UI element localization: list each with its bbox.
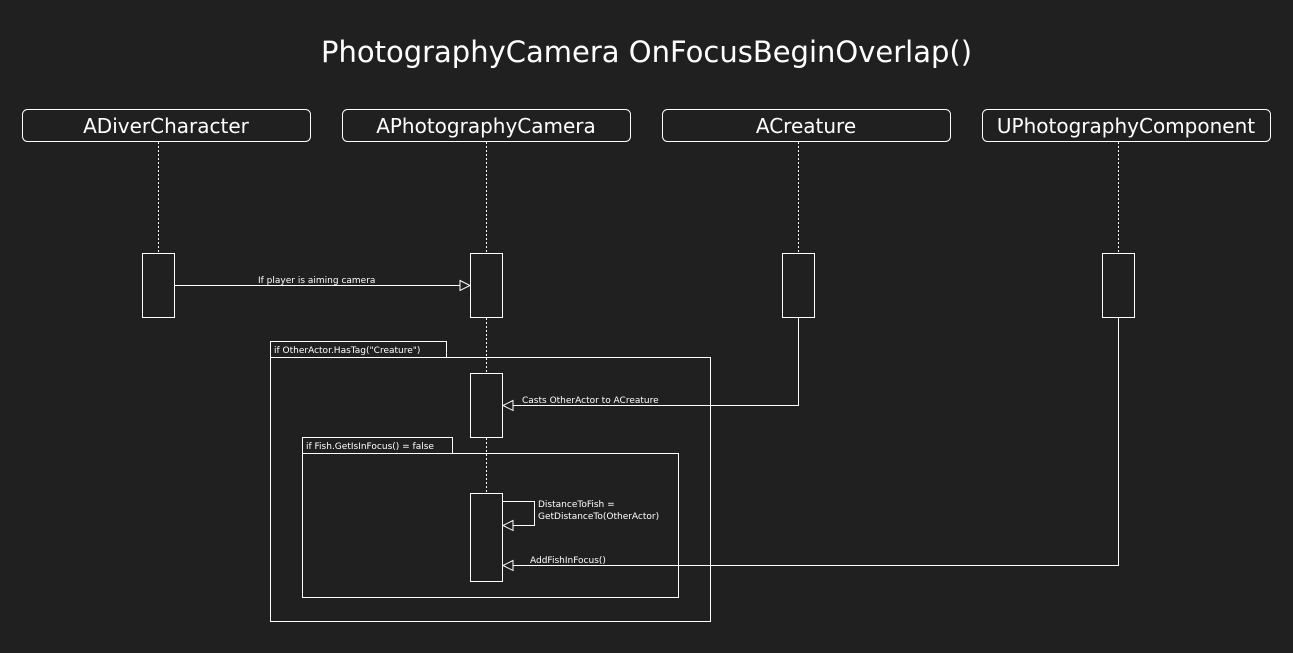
message-line	[513, 318, 1119, 566]
participant-label: APhotographyCamera	[376, 114, 596, 138]
message-add-fish-in-focus: AddFishInFocus()	[501, 318, 1119, 572]
arrowhead-icon	[501, 519, 514, 532]
message-distance-to-fish: DistanceToFish = GetDistanceTo(OtherActo…	[501, 500, 659, 532]
participant-acreature: ACreature	[662, 109, 951, 142]
arrowhead-icon	[459, 279, 472, 292]
sequence-diagram: PhotographyCamera OnFocusBeginOverlap() …	[0, 0, 1293, 653]
activation-acreature	[782, 253, 815, 318]
message-label: Casts OtherActor to ACreature	[522, 396, 659, 406]
fragment-frame	[302, 453, 679, 598]
participant-label: ADiverCharacter	[83, 114, 250, 138]
message-line	[513, 318, 799, 406]
message-aiming-camera: If player is aiming camera	[175, 276, 472, 292]
message-line	[503, 501, 535, 526]
message-label-line-1: DistanceToFish =	[538, 500, 615, 510]
participant-label: UPhotographyComponent	[997, 114, 1255, 138]
participant-aphotographycamera: APhotographyCamera	[342, 109, 631, 142]
message-label: If player is aiming camera	[258, 276, 375, 286]
message-cast-creature: Casts OtherActor to ACreature	[501, 318, 799, 412]
message-label-line-2: GetDistanceTo(OtherActor)	[538, 512, 659, 522]
activation-aphotographycamera-1	[470, 253, 503, 318]
fragment-creature-check: if OtherActor.HasTag("Creature")	[270, 341, 711, 622]
activation-uphotographycomponent	[1102, 253, 1135, 318]
diagram-canvas: ADiverCharacter APhotographyCamera ACrea…	[22, 109, 1271, 622]
fragment-label: if Fish.GetIsInFocus() = false	[306, 442, 434, 452]
arrowhead-icon	[501, 559, 514, 572]
participant-adivercharacter: ADiverCharacter	[22, 109, 311, 142]
activation-adivercharacter	[142, 253, 175, 318]
fragment-label: if OtherActor.HasTag("Creature")	[274, 346, 420, 356]
participant-uphotographycomponent: UPhotographyComponent	[982, 109, 1271, 142]
activation-aphotographycamera-2	[470, 373, 503, 438]
activation-aphotographycamera-3	[470, 493, 503, 582]
arrowhead-icon	[501, 399, 514, 412]
message-label: AddFishInFocus()	[530, 556, 606, 566]
participant-label: ACreature	[756, 114, 856, 138]
